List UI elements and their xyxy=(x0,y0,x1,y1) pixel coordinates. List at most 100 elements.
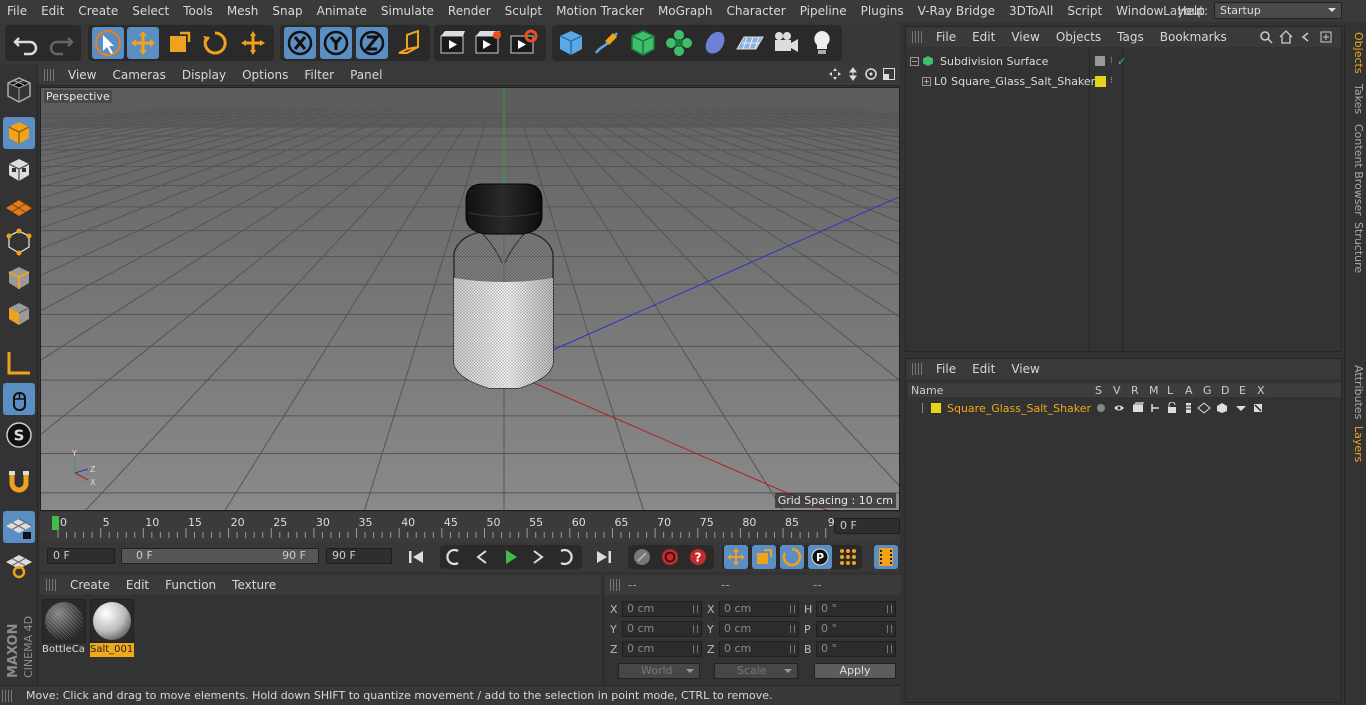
workplane-mode-icon[interactable] xyxy=(3,190,35,222)
timeline-window-icon[interactable] xyxy=(874,545,898,569)
layer-panel-grip-icon[interactable] xyxy=(912,363,922,375)
collapse-toggle-icon[interactable]: − xyxy=(910,56,919,66)
material-menu-texture[interactable]: Texture xyxy=(224,578,284,592)
menu-select[interactable]: Select xyxy=(125,4,176,18)
render-view-icon[interactable] xyxy=(437,27,469,59)
lock-workplane-icon[interactable] xyxy=(3,511,35,543)
object-menu-tags[interactable]: Tags xyxy=(1109,30,1152,44)
autokeying-icon[interactable] xyxy=(658,545,682,569)
y-axis-lock-icon[interactable] xyxy=(320,27,352,59)
enabled-check-icon[interactable]: ✓ xyxy=(1117,55,1126,68)
position-z-field[interactable]: 0 cm xyxy=(622,641,702,657)
camera-icon[interactable] xyxy=(770,27,802,59)
visibility-dots-icon[interactable]: ⁝ xyxy=(1110,56,1113,66)
object-row-subdivision[interactable]: − Subdivision Surface ⁝ ✓ xyxy=(906,51,1341,71)
transform-tool-icon[interactable] xyxy=(237,27,269,59)
tab-objects[interactable]: Objects xyxy=(1347,30,1365,76)
axis-mode-icon[interactable] xyxy=(3,347,35,379)
move-tool-icon[interactable] xyxy=(127,27,159,59)
pen-spline-icon[interactable] xyxy=(591,27,623,59)
previous-key-icon[interactable] xyxy=(441,545,465,569)
perspective-viewport[interactable]: Perspective Grid Spacing : 10 cm Y Z X xyxy=(40,87,900,511)
model-mode-icon[interactable] xyxy=(3,117,35,149)
layer-col-r[interactable]: R xyxy=(1131,384,1139,397)
tab-layers[interactable]: Layers xyxy=(1347,424,1365,464)
position-y-field[interactable]: 0 cm xyxy=(622,621,702,637)
select-arrow-icon[interactable] xyxy=(92,27,124,59)
coords-panel-grip-icon[interactable] xyxy=(610,579,620,591)
layer-col-v[interactable]: V xyxy=(1113,384,1121,397)
menu-tools[interactable]: Tools xyxy=(176,4,220,18)
menu-sculpt[interactable]: Sculpt xyxy=(498,4,549,18)
viewport-rotate-icon[interactable] xyxy=(864,67,878,81)
expand-toggle-icon[interactable]: + xyxy=(922,76,931,86)
key-parameter-icon[interactable]: P xyxy=(808,545,832,569)
viewport-menu-view[interactable]: View xyxy=(60,68,104,82)
keyframe-selection-icon[interactable]: ? xyxy=(686,545,710,569)
key-rotation-icon[interactable] xyxy=(780,545,804,569)
floor-icon[interactable] xyxy=(734,27,766,59)
layer-col-a[interactable]: A xyxy=(1185,384,1193,397)
current-frame-field[interactable]: 0 F xyxy=(834,518,900,534)
menu-animate[interactable]: Animate xyxy=(310,4,374,18)
menu-vray-bridge[interactable]: V-Ray Bridge xyxy=(911,4,1002,18)
deformer-icon[interactable] xyxy=(699,27,731,59)
layer-flag-icons[interactable] xyxy=(1096,402,1266,414)
points-mode-icon[interactable] xyxy=(3,226,35,258)
size-x-field[interactable]: 0 cm xyxy=(719,601,799,617)
next-key-icon[interactable] xyxy=(554,545,578,569)
object-menu-edit[interactable]: Edit xyxy=(964,30,1003,44)
planar-workplane-icon[interactable] xyxy=(3,548,35,580)
play-forward-icon[interactable] xyxy=(498,545,522,569)
key-scale-icon[interactable] xyxy=(752,545,776,569)
material-menu-create[interactable]: Create xyxy=(62,578,118,592)
tab-attributes[interactable]: Attributes xyxy=(1347,364,1365,420)
solo-mode-icon[interactable]: S xyxy=(3,419,35,451)
layer-color-swatch[interactable] xyxy=(931,403,941,413)
record-keys-disabled-icon[interactable] xyxy=(630,545,654,569)
material-menu-edit[interactable]: Edit xyxy=(118,578,157,592)
cube-primitive-icon[interactable] xyxy=(555,27,587,59)
size-z-field[interactable]: 0 cm xyxy=(719,641,799,657)
viewport-menu-panel[interactable]: Panel xyxy=(342,68,390,82)
layer-menu-file[interactable]: File xyxy=(928,362,964,376)
menu-mograph[interactable]: MoGraph xyxy=(651,4,720,18)
layer-name[interactable]: Square_Glass_Salt_Shaker xyxy=(947,402,1091,415)
layer-row[interactable]: Square_Glass_Salt_Shaker xyxy=(908,398,1341,418)
viewport-menu-display[interactable]: Display xyxy=(174,68,234,82)
menu-snap[interactable]: Snap xyxy=(265,4,309,18)
menu-3dtoall[interactable]: 3DToAll xyxy=(1002,4,1060,18)
size-mode-dropdown[interactable]: Scale xyxy=(714,663,798,679)
texture-mode-icon[interactable] xyxy=(3,154,35,186)
timeline-ruler[interactable]: 051015202530354045505560657075808590 0 F xyxy=(40,512,900,542)
key-position-icon[interactable] xyxy=(724,545,748,569)
coordinate-system-icon[interactable] xyxy=(394,27,426,59)
object-row-salt-shaker[interactable]: + L0 Square_Glass_Salt_Shaker ⁝ xyxy=(906,71,1341,91)
layer-color-swatch[interactable] xyxy=(1095,75,1106,87)
cloner-icon[interactable] xyxy=(663,27,695,59)
menu-simulate[interactable]: Simulate xyxy=(374,4,441,18)
material-salt[interactable]: Salt_001 xyxy=(90,599,134,657)
editor-toggle-icon[interactable] xyxy=(1095,56,1105,66)
make-editable-icon[interactable] xyxy=(3,74,35,106)
menu-render[interactable]: Render xyxy=(441,4,498,18)
home-icon[interactable] xyxy=(1279,30,1293,44)
tab-structure[interactable]: Structure xyxy=(1347,222,1365,274)
position-x-field[interactable]: 0 cm xyxy=(622,601,702,617)
menu-script[interactable]: Script xyxy=(1060,4,1109,18)
end-frame-field[interactable]: 90 F xyxy=(326,548,392,564)
snapping-magnet-icon[interactable] xyxy=(3,466,35,498)
menu-create[interactable]: Create xyxy=(71,4,125,18)
frame-range-slider[interactable]: 0 F 90 F xyxy=(121,548,319,564)
rotate-tool-icon[interactable] xyxy=(199,27,231,59)
rotation-b-field[interactable]: 0 ° xyxy=(816,641,896,657)
layer-col-l[interactable]: L xyxy=(1167,384,1173,397)
back-icon[interactable] xyxy=(1299,30,1313,44)
material-menu-function[interactable]: Function xyxy=(157,578,224,592)
x-axis-lock-icon[interactable] xyxy=(284,27,316,59)
new-view-icon[interactable] xyxy=(1319,30,1333,44)
menu-character[interactable]: Character xyxy=(719,4,792,18)
scale-tool-icon[interactable] xyxy=(163,27,195,59)
object-menu-view[interactable]: View xyxy=(1003,30,1047,44)
light-icon[interactable] xyxy=(806,27,838,59)
